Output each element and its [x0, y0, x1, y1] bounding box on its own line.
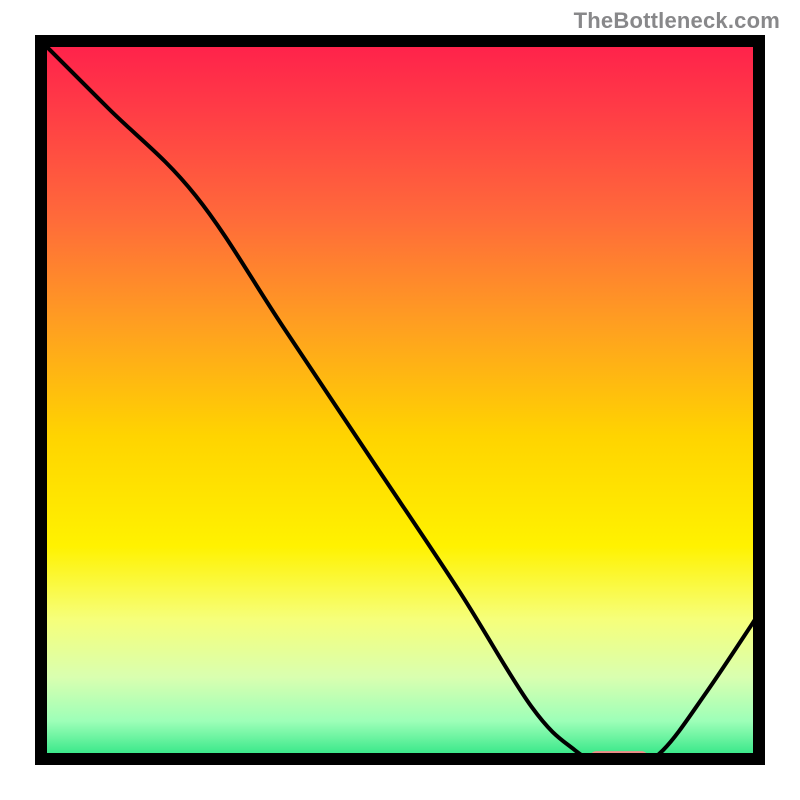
optimal-marker: [590, 751, 648, 764]
chart-container: TheBottleneck.com: [0, 0, 800, 800]
plot-area: [35, 35, 765, 765]
chart-svg: [35, 35, 765, 765]
bottleneck-curve: [35, 35, 765, 765]
watermark-text: TheBottleneck.com: [574, 8, 780, 34]
